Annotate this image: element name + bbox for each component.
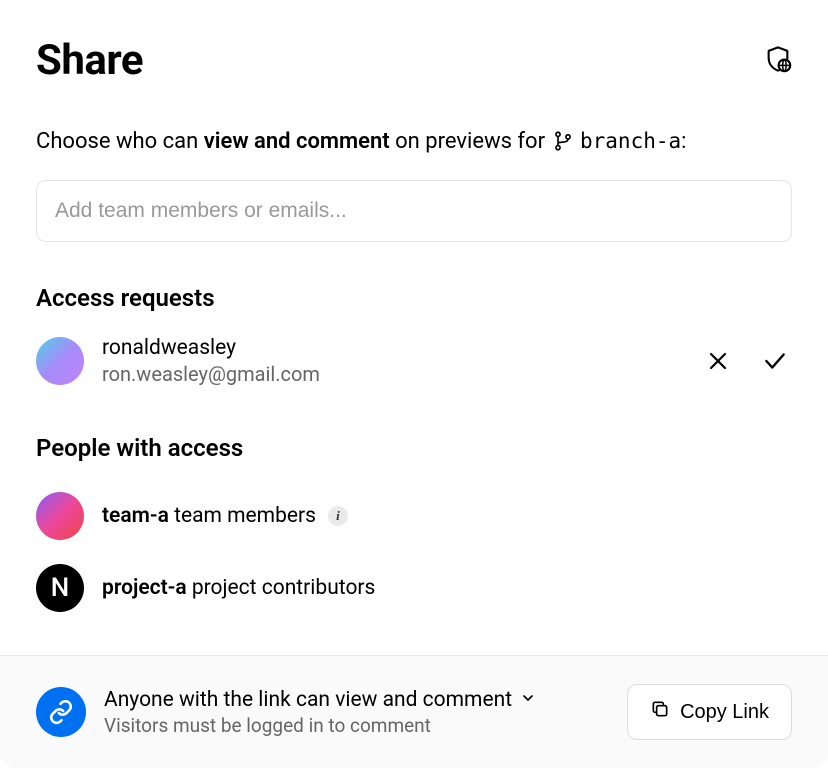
access-entity-name: team-a (102, 504, 169, 528)
request-username: ronaldweasley (102, 336, 684, 360)
branch-name: branch-a (580, 129, 681, 153)
modal-title: Share (36, 36, 143, 85)
deny-button[interactable] (702, 345, 734, 377)
modal-content: Share Choose who can view and comment on… (0, 0, 828, 655)
check-icon (762, 348, 788, 374)
copy-link-button[interactable]: Copy Link (627, 684, 792, 740)
share-modal: Share Choose who can view and comment on… (0, 0, 828, 768)
avatar: N (36, 564, 84, 612)
desc-mid: on previews for (390, 129, 551, 154)
access-row: team-a team members i (36, 480, 792, 552)
access-entity-name: project-a (102, 576, 187, 600)
avatar (36, 337, 84, 385)
link-permission-dropdown[interactable]: Anyone with the link can view and commen… (104, 688, 609, 712)
copy-icon (650, 699, 670, 725)
footer-text: Anyone with the link can view and commen… (104, 688, 609, 737)
access-label: team-a team members i (102, 504, 348, 528)
link-icon (36, 687, 86, 737)
copy-link-label: Copy Link (680, 701, 769, 724)
git-branch-icon (551, 129, 575, 154)
add-members-input[interactable] (36, 180, 792, 242)
info-icon[interactable]: i (328, 506, 348, 526)
person-info: ronaldweasley ron.weasley@gmail.com (102, 336, 684, 386)
avatar-letter: N (51, 573, 69, 603)
access-label: project-a project contributors (102, 576, 375, 600)
desc-suffix: : (681, 129, 686, 154)
footer-main-text: Anyone with the link can view and commen… (104, 688, 512, 712)
people-with-access-heading: People with access (36, 434, 792, 462)
avatar (36, 492, 84, 540)
desc-bold: view and comment (204, 129, 390, 154)
access-entity-suffix: team members (169, 504, 316, 528)
header: Share (36, 36, 792, 85)
approve-button[interactable] (758, 344, 792, 378)
access-entity-suffix: project contributors (187, 576, 376, 600)
shield-globe-icon[interactable] (764, 45, 792, 77)
desc-prefix: Choose who can (36, 129, 204, 154)
request-email: ron.weasley@gmail.com (102, 362, 684, 386)
access-request-row: ronaldweasley ron.weasley@gmail.com (36, 330, 792, 392)
request-actions (702, 344, 792, 378)
description: Choose who can view and comment on previ… (36, 127, 792, 158)
access-requests-heading: Access requests (36, 284, 792, 312)
footer-sub-text: Visitors must be logged in to comment (104, 714, 609, 737)
footer: Anyone with the link can view and commen… (0, 655, 828, 768)
chevron-down-icon (520, 688, 536, 712)
close-icon (706, 349, 730, 373)
access-row: N project-a project contributors (36, 552, 792, 624)
